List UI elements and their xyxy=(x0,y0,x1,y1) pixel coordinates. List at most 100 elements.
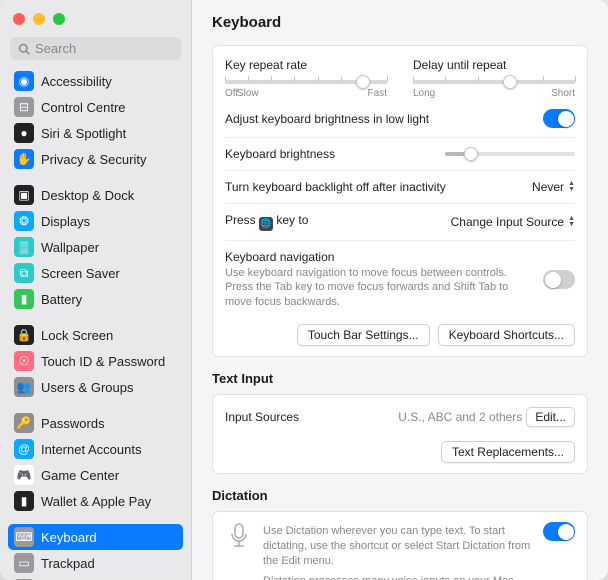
input-sources-label: Input Sources xyxy=(225,410,299,424)
nav-sub: Use keyboard navigation to move focus be… xyxy=(225,266,533,311)
sidebar-item-label: Siri & Spotlight xyxy=(41,126,126,141)
microphone-icon xyxy=(225,522,253,550)
sidebar-icon: 👥 xyxy=(14,377,34,397)
sidebar-item-passwords[interactable]: 🔑 Passwords xyxy=(8,410,183,436)
sidebar-item-desktop-dock[interactable]: ▣ Desktop & Dock xyxy=(8,182,183,208)
updown-icon: ▲▼ xyxy=(568,181,575,193)
keyboard-card: Key repeat rate Off Slow Fast Delay unti… xyxy=(212,45,588,357)
sidebar-icon: ✋ xyxy=(14,149,34,169)
sidebar-item-siri-spotlight[interactable]: ● Siri & Spotlight xyxy=(8,120,183,146)
sidebar-item-label: Trackpad xyxy=(41,556,95,571)
sidebar-item-label: Displays xyxy=(41,214,90,229)
sidebar: ◉ Accessibility ⊟ Control Centre ● Siri & Spo… xyxy=(0,0,192,580)
sidebar-item-label: Accessibility xyxy=(41,74,112,89)
window-controls xyxy=(0,0,191,33)
key-repeat-rate-slider[interactable] xyxy=(225,80,387,84)
sidebar-icon: ⊟ xyxy=(14,97,34,117)
key-repeat-rate-label: Key repeat rate xyxy=(225,58,387,72)
legend-short: Short xyxy=(551,88,575,99)
sidebar-item-label: Wallet & Apple Pay xyxy=(41,494,151,509)
sidebar-item-wallet-apple-pay[interactable]: ▮ Wallet & Apple Pay xyxy=(8,488,183,514)
sidebar-icon: ⌨ xyxy=(14,527,34,547)
sidebar-item-keyboard[interactable]: ⌨Keyboard xyxy=(8,524,183,550)
globe-icon: 🌐 xyxy=(259,217,273,231)
sidebar-item-label: Control Centre xyxy=(41,100,126,115)
sidebar-item-battery[interactable]: ▮Battery xyxy=(8,286,183,312)
zoom-icon[interactable] xyxy=(53,13,65,25)
delay-until-repeat: Delay until repeat Long Short xyxy=(413,58,575,99)
sidebar-icon: ● xyxy=(14,123,34,143)
sidebar-item-privacy-security[interactable]: ✋ Privacy & Security xyxy=(8,146,183,172)
text-replacements-button[interactable]: Text Replacements... xyxy=(441,441,575,463)
sidebar-item-label: Passwords xyxy=(41,416,105,431)
key-repeat-rate: Key repeat rate Off Slow Fast xyxy=(225,58,387,99)
sidebar-icon: 🔑 xyxy=(14,413,34,433)
minimize-icon[interactable] xyxy=(33,13,45,25)
sidebar-item-label: Users & Groups xyxy=(41,380,133,395)
sidebar-icon: ▣ xyxy=(14,185,34,205)
sidebar-item-label: Screen Saver xyxy=(41,266,120,281)
sidebar-icon: ▒ xyxy=(14,237,34,257)
sidebar-item-lock-screen[interactable]: 🔒 Lock Screen xyxy=(8,322,183,348)
sidebar-item-wallpaper[interactable]: ▒ Wallpaper xyxy=(8,234,183,260)
sidebar-icon: ⧉ xyxy=(14,263,34,283)
sidebar-icon: ▮ xyxy=(14,289,34,309)
delay-label: Delay until repeat xyxy=(413,58,575,72)
sidebar-item-screen-saver[interactable]: ⧉ Screen Saver xyxy=(8,260,183,286)
sidebar-item-printers-scanners[interactable]: ⎙Printers & Scanners xyxy=(8,576,183,580)
text-input-card: Input Sources U.S., ABC and 2 others Edi… xyxy=(212,394,588,474)
sidebar-item-displays[interactable]: ❂ Displays xyxy=(8,208,183,234)
sidebar-item-touch-id-password[interactable]: ☉Touch ID & Password xyxy=(8,348,183,374)
close-icon[interactable] xyxy=(13,13,25,25)
sidebar-icon: 🎮 xyxy=(14,465,34,485)
delay-slider[interactable] xyxy=(413,80,575,84)
sidebar-item-label: Lock Screen xyxy=(41,328,113,343)
sidebar-item-accessibility[interactable]: ◉ Accessibility xyxy=(8,68,183,94)
legend-slow: Slow xyxy=(237,88,259,99)
sidebar-item-label: Wallpaper xyxy=(41,240,99,255)
nav-label: Keyboard navigation xyxy=(225,250,533,264)
input-sources-edit-button[interactable]: Edit... xyxy=(526,407,575,427)
sidebar-item-internet-accounts[interactable]: @ Internet Accounts xyxy=(8,436,183,462)
sidebar-item-game-center[interactable]: 🎮Game Center xyxy=(8,462,183,488)
legend-long: Long xyxy=(413,88,435,99)
sidebar-item-users-groups[interactable]: 👥 Users & Groups xyxy=(8,374,183,400)
legend-fast: Fast xyxy=(368,88,387,99)
press-key-label: Press 🌐 key to xyxy=(225,213,308,231)
sidebar-item-label: Desktop & Dock xyxy=(41,188,134,203)
sidebar-icon: 🔒 xyxy=(14,325,34,345)
sidebar-item-label: Internet Accounts xyxy=(41,442,141,457)
dictation-title: Dictation xyxy=(212,488,588,503)
lowlight-toggle[interactable] xyxy=(543,109,575,128)
search-box[interactable] xyxy=(10,37,181,60)
press-key-select[interactable]: Change Input Source ▲▼ xyxy=(451,215,575,229)
touchbar-settings-button[interactable]: Touch Bar Settings... xyxy=(297,324,430,346)
backlight-off-value: Never xyxy=(532,180,564,194)
sidebar-icon: @ xyxy=(14,439,34,459)
text-input-title: Text Input xyxy=(212,371,588,386)
search-input[interactable] xyxy=(35,41,173,56)
sidebar-item-control-centre[interactable]: ⊟ Control Centre xyxy=(8,94,183,120)
sidebar-icon: ◉ xyxy=(14,71,34,91)
repeat-sliders: Key repeat rate Off Slow Fast Delay unti… xyxy=(225,56,575,103)
slider-thumb[interactable] xyxy=(356,75,370,89)
nav-toggle[interactable] xyxy=(543,270,575,289)
sidebar-nav: ◉ Accessibility ⊟ Control Centre ● Siri & Spo… xyxy=(0,68,191,580)
page-title: Keyboard xyxy=(212,14,588,31)
press-prefix: Press xyxy=(225,213,256,227)
dictation-toggle[interactable] xyxy=(543,522,575,541)
dictation-card: Use Dictation wherever you can type text… xyxy=(212,511,588,580)
backlight-off-select[interactable]: Never ▲▼ xyxy=(532,180,575,194)
sidebar-icon: ❂ xyxy=(14,211,34,231)
slider-thumb[interactable] xyxy=(503,75,517,89)
input-sources-value: U.S., ABC and 2 others xyxy=(398,410,522,424)
dictation-desc-1: Use Dictation wherever you can type text… xyxy=(263,524,533,569)
sidebar-item-label: Privacy & Security xyxy=(41,152,146,167)
keyboard-shortcuts-button[interactable]: Keyboard Shortcuts... xyxy=(438,324,575,346)
brightness-slider[interactable] xyxy=(445,152,575,156)
press-key-value: Change Input Source xyxy=(451,215,564,229)
sidebar-icon: ▮ xyxy=(14,491,34,511)
sidebar-item-trackpad[interactable]: ▭Trackpad xyxy=(8,550,183,576)
brightness-label: Keyboard brightness xyxy=(225,147,335,161)
main-panel: Keyboard Key repeat rate Off Slow Fast xyxy=(192,0,608,580)
